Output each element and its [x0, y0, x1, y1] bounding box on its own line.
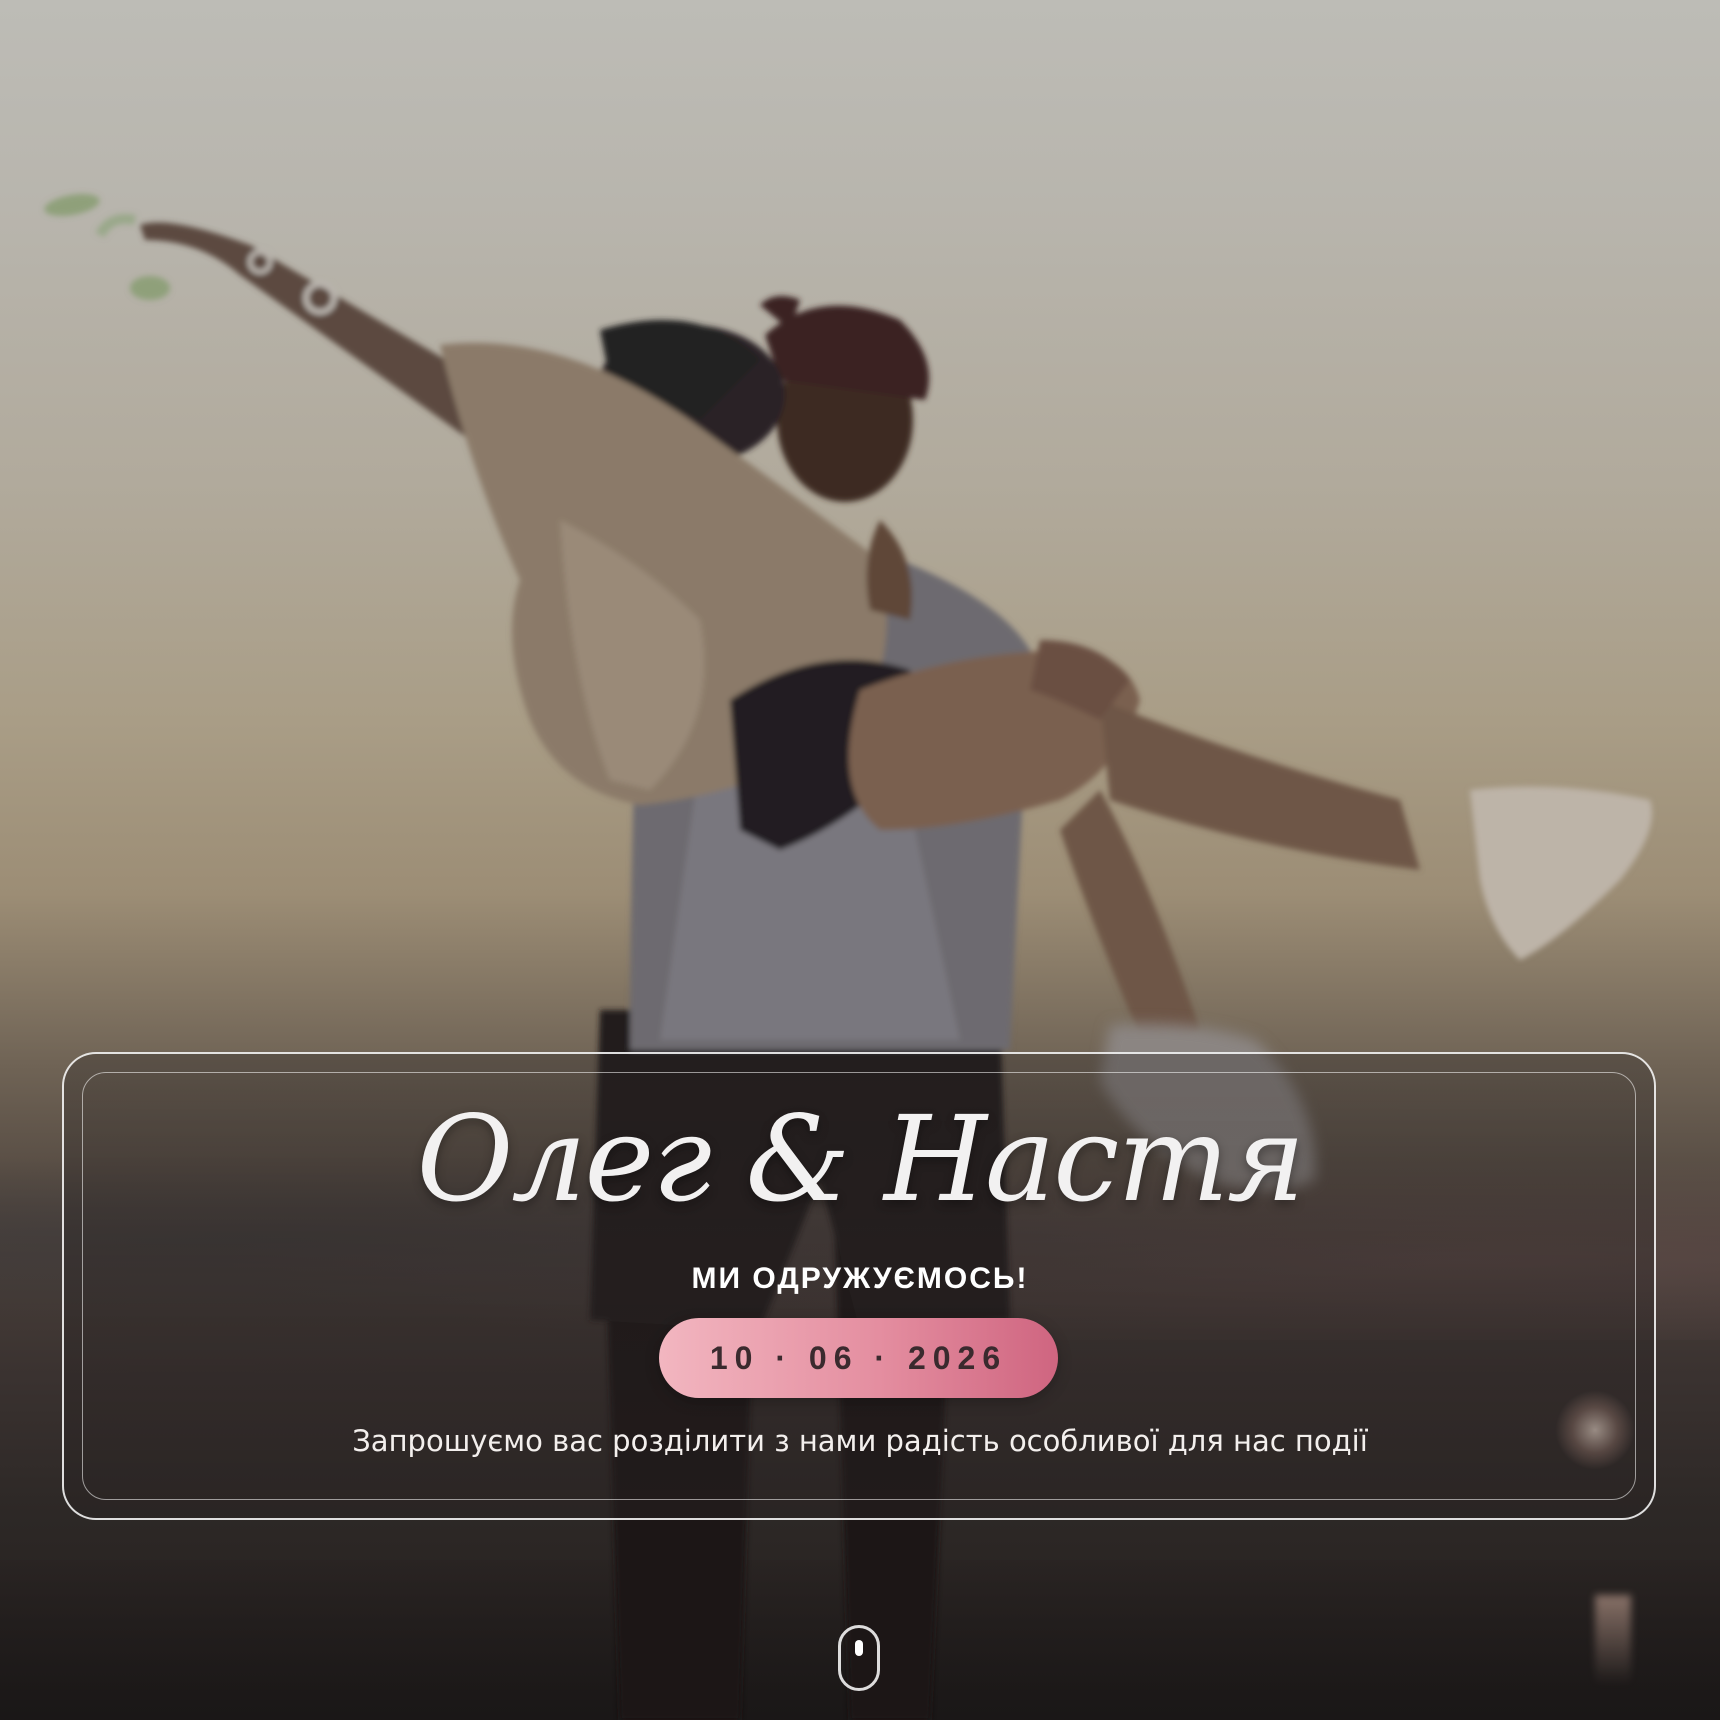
- hero-section: Олег & Настя МИ ОДРУЖУЄМОСЬ! 10 · 06 · 2…: [0, 0, 1720, 1720]
- scroll-wheel-dot: [855, 1640, 863, 1656]
- wedding-date: 10 · 06 · 2026: [709, 1339, 1008, 1376]
- wedding-subtitle: МИ ОДРУЖУЄМОСЬ!: [691, 1262, 1029, 1295]
- wedding-date-badge: 10 · 06 · 2026: [659, 1318, 1058, 1398]
- invitation-text: Запрошуємо вас розділити з нами радість …: [352, 1424, 1368, 1458]
- couple-names: Олег & Настя: [416, 1090, 1306, 1228]
- mouse-scroll-icon[interactable]: [838, 1625, 880, 1691]
